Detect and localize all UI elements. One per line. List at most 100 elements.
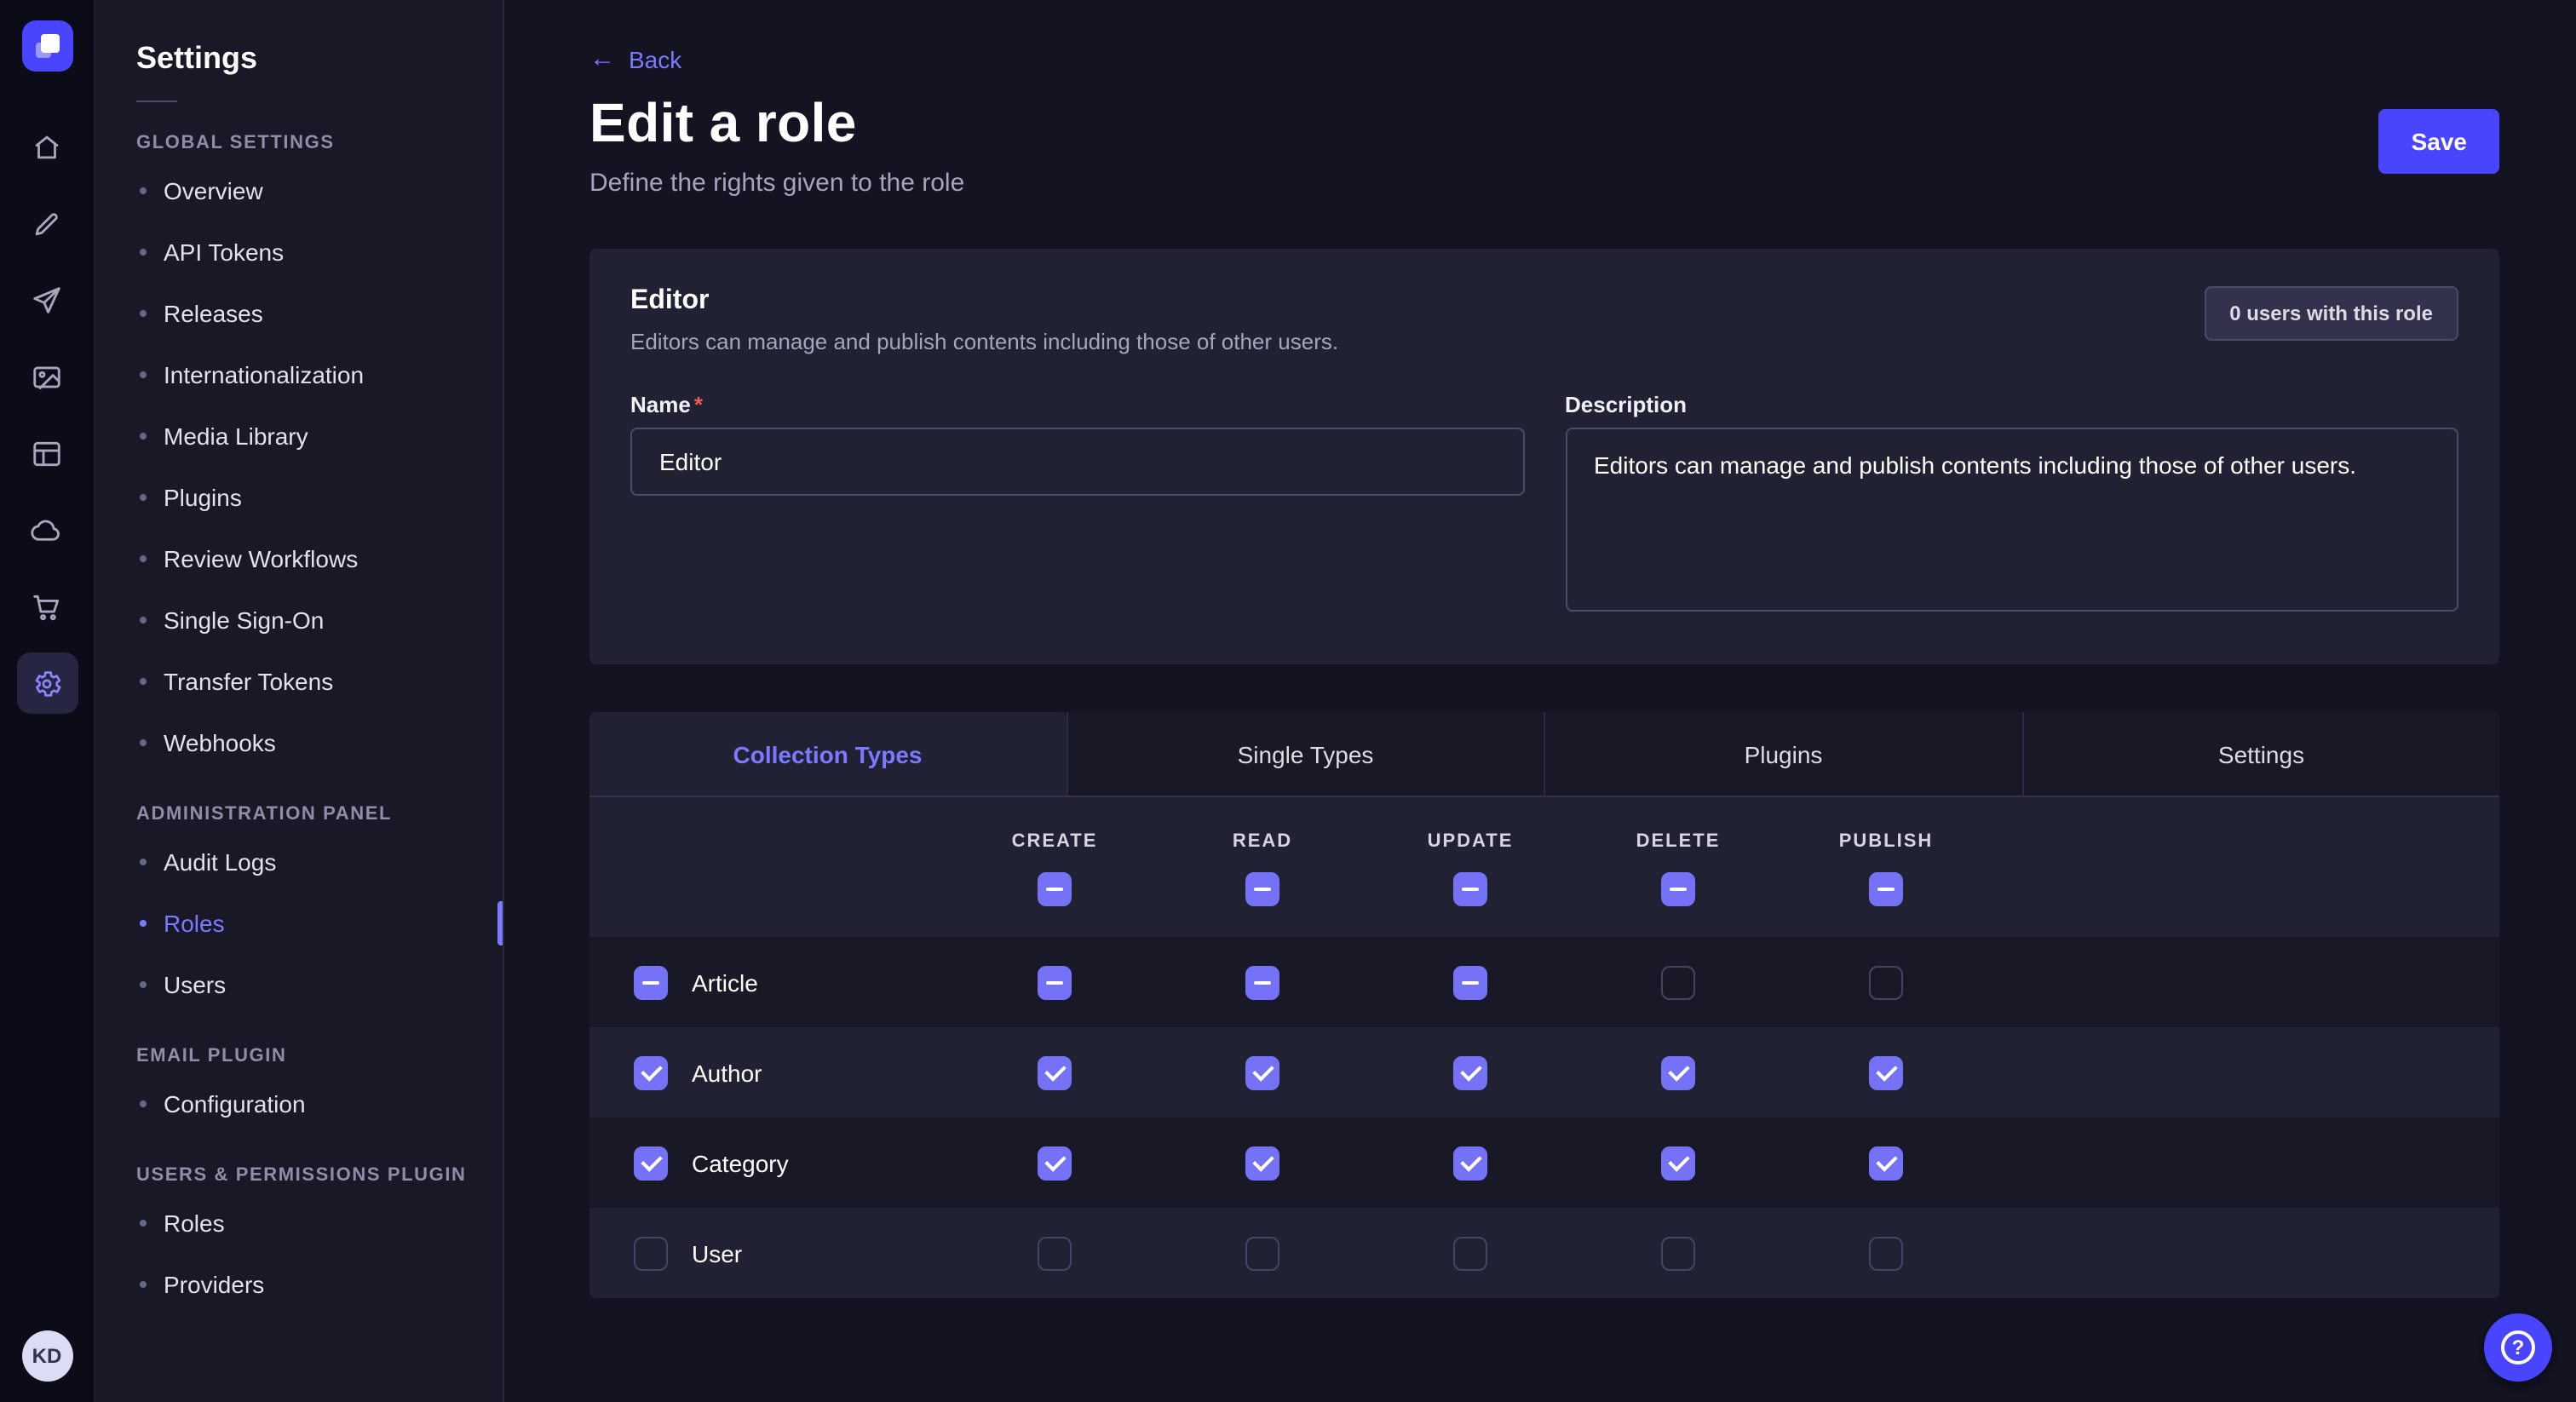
sidebar-item-providers[interactable]: Providers: [95, 1254, 503, 1315]
article-update-checkbox[interactable]: [1453, 965, 1487, 999]
description-input[interactable]: Editors can manage and publish contents …: [1565, 428, 2458, 612]
author-create-checkbox[interactable]: [1038, 1055, 1072, 1089]
name-input[interactable]: [630, 428, 1524, 496]
category-row-checkbox[interactable]: [634, 1146, 668, 1180]
sidebar-item-internationalization[interactable]: Internationalization: [95, 344, 503, 405]
main-content: ← Back Edit a role Define the rights giv…: [504, 0, 2576, 1402]
avatar[interactable]: KD: [21, 1330, 72, 1382]
role-description-subtitle: Editors can manage and publish contents …: [630, 329, 1338, 354]
author-publish-checkbox[interactable]: [1869, 1055, 1903, 1089]
content-builder-icon[interactable]: [16, 192, 78, 254]
tab-label: Collection Types: [733, 740, 923, 767]
author-read-checkbox[interactable]: [1245, 1055, 1279, 1089]
category-publish-checkbox[interactable]: [1869, 1146, 1903, 1180]
sidebar-item-webhooks[interactable]: Webhooks: [95, 712, 503, 773]
tab-plugins[interactable]: Plugins: [1544, 712, 2021, 796]
back-link[interactable]: ← Back: [589, 45, 681, 72]
role-form-fields: Name* Description Editors can manage and…: [630, 392, 2458, 620]
sidebar-item-label: Audit Logs: [164, 848, 276, 876]
strapi-logo-icon: [26, 26, 67, 66]
sidebar-item-label: API Tokens: [164, 238, 284, 266]
sidebar-item-api-tokens[interactable]: API Tokens: [95, 221, 503, 283]
user-delete-checkbox[interactable]: [1661, 1236, 1695, 1270]
category-create-checkbox[interactable]: [1038, 1146, 1072, 1180]
sidebar-section-label: Global Settings: [95, 133, 503, 153]
user-read-checkbox[interactable]: [1245, 1236, 1279, 1270]
media-library-icon[interactable]: [16, 346, 78, 407]
sidebar-item-media-library[interactable]: Media Library: [95, 405, 503, 467]
sidebar-item-roles[interactable]: Roles: [95, 893, 503, 954]
bullet-icon: [140, 249, 147, 256]
marketplace-icon[interactable]: [16, 576, 78, 637]
sidebar-item-label: Review Workflows: [164, 545, 358, 572]
sidebar-item-releases[interactable]: Releases: [95, 283, 503, 344]
user-update-checkbox[interactable]: [1453, 1236, 1487, 1270]
article-create-checkbox[interactable]: [1038, 965, 1072, 999]
bullet-icon: [140, 1100, 147, 1107]
users-count-badge[interactable]: 0 users with this role: [2204, 286, 2458, 341]
bullet-icon: [140, 494, 147, 501]
sidebar-item-audit-logs[interactable]: Audit Logs: [95, 831, 503, 893]
article-delete-checkbox[interactable]: [1661, 965, 1695, 999]
user-row-checkbox[interactable]: [634, 1236, 668, 1270]
settings-icon[interactable]: [16, 652, 78, 714]
user-publish-checkbox[interactable]: [1869, 1236, 1903, 1270]
permissions-card: Collection Types Single Types Plugins Setti…: [589, 712, 2499, 1298]
content-manager-icon[interactable]: [16, 422, 78, 484]
sidebar-item-overview[interactable]: Overview: [95, 160, 503, 221]
article-read-checkbox[interactable]: [1245, 965, 1279, 999]
author-row-checkbox[interactable]: [634, 1055, 668, 1089]
tab-settings[interactable]: Settings: [2021, 712, 2499, 796]
sidebar-item-users[interactable]: Users: [95, 954, 503, 1015]
sidebar-item-configuration[interactable]: Configuration: [95, 1073, 503, 1135]
tab-label: Settings: [2218, 740, 2304, 767]
question-icon: ?: [2501, 1330, 2535, 1365]
select-all-update-checkbox[interactable]: [1453, 872, 1487, 906]
sidebar-item-label: Roles: [164, 1210, 225, 1237]
tab-label: Single Types: [1238, 740, 1374, 767]
select-all-create-checkbox[interactable]: [1038, 872, 1072, 906]
sidebar-section-label: Email Plugin: [95, 1046, 503, 1066]
nav-rail: KD: [0, 0, 95, 1402]
sidebar-item-review-workflows[interactable]: Review Workflows: [95, 528, 503, 589]
sidebar-item-transfer-tokens[interactable]: Transfer Tokens: [95, 651, 503, 712]
tab-collection-types[interactable]: Collection Types: [589, 712, 1066, 796]
sidebar-item-roles[interactable]: Roles: [95, 1192, 503, 1254]
sidebar-divider: [136, 101, 177, 102]
strapi-logo[interactable]: [21, 20, 72, 72]
article-row-checkbox[interactable]: [634, 965, 668, 999]
author-delete-checkbox[interactable]: [1661, 1055, 1695, 1089]
permissions-tabs: Collection Types Single Types Plugins Setti…: [589, 712, 2499, 797]
column-label-read: Read: [1233, 831, 1292, 852]
permissions-table: CreateReadUpdateDeletePublish ArticleAut…: [589, 797, 2499, 1298]
save-button[interactable]: Save: [2379, 109, 2499, 174]
sidebar-item-label: Transfer Tokens: [164, 668, 333, 695]
bullet-icon: [140, 920, 147, 927]
select-all-delete-checkbox[interactable]: [1661, 872, 1695, 906]
content-type-label: Author: [692, 1059, 762, 1086]
select-all-publish-checkbox[interactable]: [1869, 872, 1903, 906]
author-update-checkbox[interactable]: [1453, 1055, 1487, 1089]
cloud-icon[interactable]: [16, 499, 78, 560]
bullet-icon: [140, 310, 147, 317]
tab-label: Plugins: [1745, 740, 1823, 767]
page-title: Edit a role: [589, 92, 964, 155]
sidebar-item-single-sign-on[interactable]: Single Sign-On: [95, 589, 503, 651]
deploy-icon[interactable]: [16, 269, 78, 330]
back-arrow-icon: ←: [589, 46, 615, 72]
user-create-checkbox[interactable]: [1038, 1236, 1072, 1270]
sidebar-item-label: Plugins: [164, 484, 242, 511]
article-publish-checkbox[interactable]: [1869, 965, 1903, 999]
category-delete-checkbox[interactable]: [1661, 1146, 1695, 1180]
home-icon[interactable]: [16, 116, 78, 177]
sidebar-item-plugins[interactable]: Plugins: [95, 467, 503, 528]
tab-single-types[interactable]: Single Types: [1066, 712, 1544, 796]
category-update-checkbox[interactable]: [1453, 1146, 1487, 1180]
select-all-read-checkbox[interactable]: [1245, 872, 1279, 906]
help-button[interactable]: ?: [2484, 1313, 2552, 1382]
rail-icon-list: [16, 116, 78, 714]
bullet-icon: [140, 739, 147, 746]
bullet-icon: [140, 433, 147, 440]
bullet-icon: [140, 617, 147, 623]
category-read-checkbox[interactable]: [1245, 1146, 1279, 1180]
